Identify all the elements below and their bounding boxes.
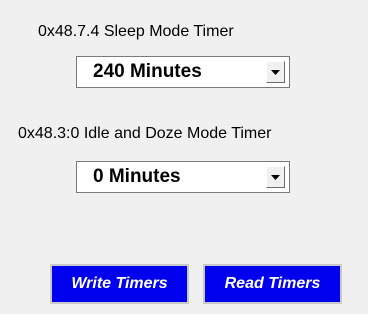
idle-doze-mode-timer-value: 0 Minutes bbox=[93, 166, 181, 187]
sleep-mode-timer-dropdown-button[interactable] bbox=[266, 61, 285, 83]
read-timers-button[interactable]: Read Timers bbox=[203, 264, 342, 304]
sleep-mode-timer-select[interactable]: 240 Minutes bbox=[76, 56, 290, 88]
idle-doze-mode-timer-select[interactable]: 0 Minutes bbox=[76, 161, 290, 193]
chevron-down-icon bbox=[271, 175, 280, 180]
idle-doze-mode-timer-label: 0x48.3:0 Idle and Doze Mode Timer bbox=[18, 125, 272, 142]
chevron-down-icon bbox=[271, 70, 280, 75]
sleep-mode-timer-label: 0x48.7.4 Sleep Mode Timer bbox=[38, 23, 234, 40]
idle-doze-mode-timer-dropdown-button[interactable] bbox=[266, 166, 285, 188]
timer-panel: 0x48.7.4 Sleep Mode Timer 240 Minutes 0x… bbox=[0, 0, 368, 314]
write-timers-button[interactable]: Write Timers bbox=[50, 264, 189, 304]
sleep-mode-timer-value: 240 Minutes bbox=[93, 61, 202, 82]
